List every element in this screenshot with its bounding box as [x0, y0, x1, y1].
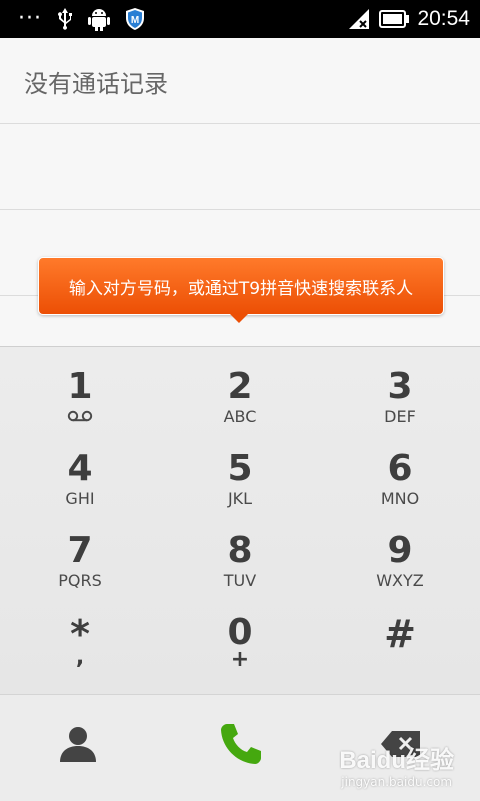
key-digit: 1: [67, 366, 93, 407]
key-0[interactable]: 0 +: [160, 593, 320, 675]
divider: [0, 209, 480, 210]
key-2[interactable]: 2 ABC: [160, 347, 320, 429]
key-letters: DEF: [384, 407, 416, 426]
dial-keypad: 1 2 ABC 3 DEF 4 GHI 5 JKL 6 MNO 7 PQRS 8…: [0, 346, 480, 695]
key-3[interactable]: 3 DEF: [320, 347, 480, 429]
clock: 20:54: [417, 7, 470, 30]
key-digit: 7: [67, 530, 93, 571]
key-4[interactable]: 4 GHI: [0, 429, 160, 511]
key-letters: PQRS: [58, 571, 102, 590]
key-digit: 6: [387, 448, 413, 489]
contacts-button[interactable]: [55, 723, 101, 769]
key-star[interactable]: * ,: [0, 593, 160, 675]
key-8[interactable]: 8 TUV: [160, 511, 320, 593]
key-digit: 8: [227, 530, 253, 571]
svg-text:M: M: [131, 15, 139, 26]
divider: [0, 123, 480, 124]
key-digit: #: [384, 612, 416, 656]
key-digit: 2: [227, 366, 253, 407]
key-letters: TUV: [223, 571, 257, 590]
tooltip-arrow: [229, 313, 249, 323]
key-5[interactable]: 5 JKL: [160, 429, 320, 511]
empty-call-log-text: 没有通话记录: [24, 70, 168, 98]
key-letters: WXYZ: [376, 571, 424, 590]
key-1[interactable]: 1: [0, 347, 160, 429]
key-6[interactable]: 6 MNO: [320, 429, 480, 511]
key-digit: 3: [387, 366, 413, 407]
key-hash[interactable]: #: [320, 593, 480, 675]
usb-icon: [56, 7, 74, 31]
key-letters: ABC: [223, 407, 257, 426]
key-letters: JKL: [227, 489, 253, 508]
dialer-action-bar: Baidu经验 jingyan.baidu.com: [0, 694, 480, 801]
battery-icon: [379, 10, 410, 28]
person-icon: [58, 725, 98, 767]
phone-icon: [218, 721, 264, 771]
call-button[interactable]: [218, 723, 264, 769]
key-digit: 5: [227, 448, 253, 489]
key-letters: ,: [75, 645, 85, 670]
more-notifications-icon: ···: [18, 6, 42, 31]
dial-hint-tooltip: 输入对方号码，或通过T9拼音快速搜索联系人: [38, 257, 444, 315]
android-debug-icon: [87, 7, 110, 31]
key-letters: MNO: [380, 489, 420, 508]
key-9[interactable]: 9 WXYZ: [320, 511, 480, 593]
watermark: Baidu经验 jingyan.baidu.com: [339, 740, 454, 789]
watermark-url: jingyan.baidu.com: [341, 775, 453, 789]
security-shield-icon: M: [124, 7, 146, 31]
voicemail-icon: [67, 407, 93, 426]
status-bar: ··· M 20:54: [0, 0, 480, 38]
dial-hint-text: 输入对方号码，或通过T9拼音快速搜索联系人: [68, 278, 414, 299]
key-digit: 9: [387, 530, 413, 571]
key-letters: GHI: [65, 489, 95, 508]
watermark-logo-text: Baidu经验: [339, 747, 454, 774]
key-letters: +: [230, 647, 250, 672]
key-7[interactable]: 7 PQRS: [0, 511, 160, 593]
key-digit: 0: [227, 612, 253, 653]
no-signal-icon: [347, 8, 371, 30]
key-digit: 4: [67, 448, 93, 489]
